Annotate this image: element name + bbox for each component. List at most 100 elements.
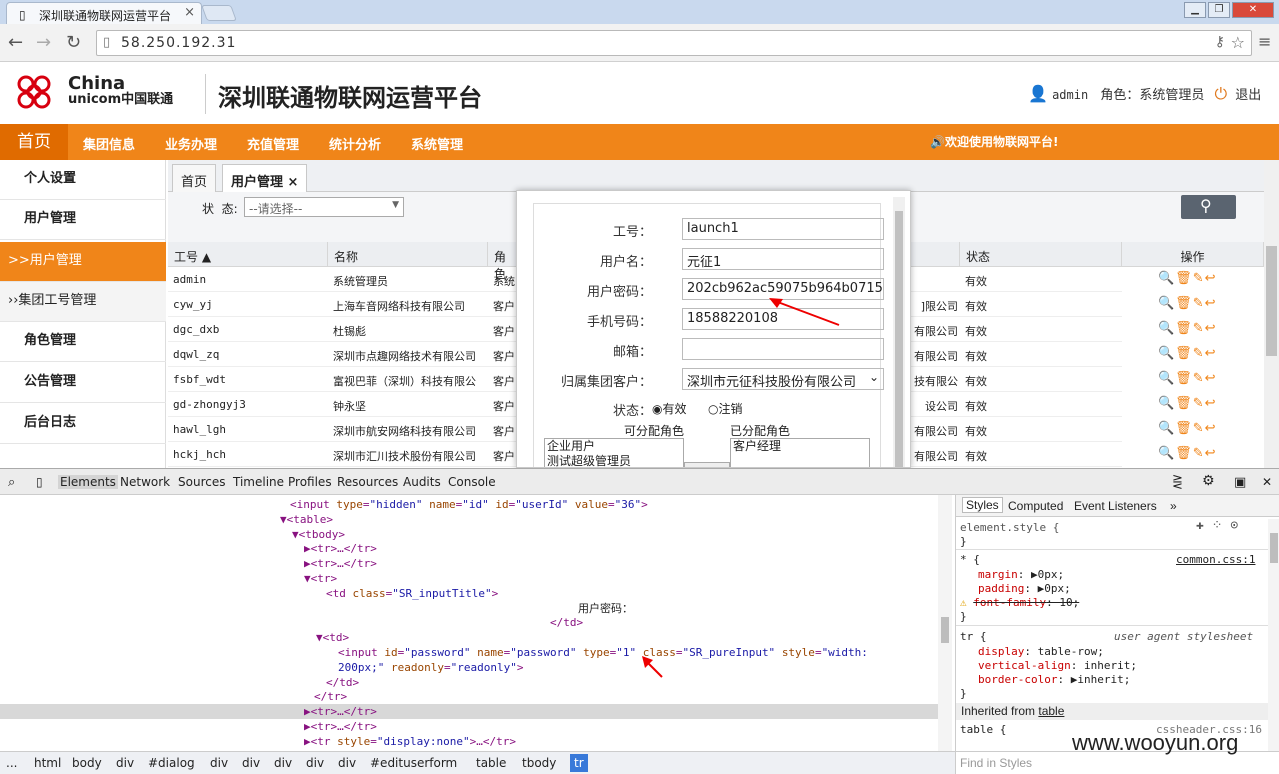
breadcrumb-item[interactable]: body	[72, 756, 102, 770]
breadcrumb-item[interactable]: #edituserform	[370, 756, 457, 770]
row-action-icons[interactable]: 🔍🗑✎↩	[1158, 296, 1216, 311]
email-field[interactable]	[682, 338, 884, 360]
status-filter-select[interactable]: --请选择-- ▼	[244, 197, 404, 217]
sidebar-item-announcement[interactable]: 公告管理	[0, 363, 166, 403]
address-bar[interactable]: ▯ 58.250.192.31 ⚷ ☆	[96, 30, 1252, 56]
tab-event-listeners[interactable]: Event Listeners	[1074, 499, 1157, 513]
list-item[interactable]: 客户经理	[733, 439, 867, 454]
key-icon[interactable]: ⚷	[1215, 34, 1225, 50]
dom-node-line[interactable]: ▶<tr>…</tr>	[304, 704, 377, 719]
dom-node-line[interactable]: <td class="SR_inputTitle">	[326, 586, 498, 601]
breadcrumb-item[interactable]: tr	[570, 754, 588, 772]
breadcrumb-item[interactable]: #dialog	[148, 756, 195, 770]
device-icon[interactable]: ▯	[36, 475, 43, 489]
dom-node-line[interactable]: <input type="hidden" name="id" id="userI…	[290, 497, 648, 512]
dom-node-line[interactable]: ▼<tr>	[304, 571, 337, 586]
user-id-field[interactable]: launch1	[682, 218, 884, 240]
dom-node-line[interactable]: 用户密码：	[578, 601, 633, 616]
tab-close-icon[interactable]: ×	[288, 175, 299, 190]
breadcrumb-item[interactable]: div	[306, 756, 324, 770]
tab-styles[interactable]: Styles	[962, 497, 1003, 513]
list-item[interactable]: 企业用户	[547, 439, 681, 454]
row-action-icons[interactable]: 🔍🗑✎↩	[1158, 446, 1216, 461]
row-action-icons[interactable]: 🔍🗑✎↩	[1158, 421, 1216, 436]
inspect-icon[interactable]: ⌕	[8, 475, 15, 490]
dom-node-line[interactable]: </td>	[326, 675, 359, 690]
nav-home[interactable]: 首页	[0, 124, 68, 160]
breadcrumb-item[interactable]: table	[476, 756, 506, 770]
devtools-tab-elements[interactable]: Elements	[58, 475, 118, 489]
dom-node-line[interactable]: ▶<tr>…</tr>	[304, 719, 377, 734]
devtools-tab-console[interactable]: Console	[448, 475, 496, 489]
tab-computed[interactable]: Computed	[1008, 499, 1063, 513]
nav-item-system[interactable]: 系统管理	[411, 134, 463, 153]
sidebar-item-backend-log[interactable]: 后台日志	[0, 404, 166, 444]
username-field[interactable]: 元征1	[682, 248, 884, 270]
col-header-name[interactable]: 名称	[328, 242, 488, 267]
tab-home[interactable]: 首页	[172, 164, 217, 192]
close-icon[interactable]: ✕	[1262, 475, 1272, 489]
breadcrumb-item[interactable]: ...	[6, 756, 17, 770]
page-scrollbar[interactable]	[1264, 160, 1279, 468]
new-tab-button[interactable]	[201, 5, 237, 21]
breadcrumb-item[interactable]: tbody	[522, 756, 556, 770]
tab-more[interactable]: »	[1170, 499, 1177, 513]
col-header-id[interactable]: 工号 ▲	[168, 242, 328, 267]
available-roles-list[interactable]: 企业用户 测试超级管理员	[544, 438, 684, 467]
back-icon[interactable]: ←	[8, 32, 23, 53]
devtools-tab-network[interactable]: Network	[120, 475, 170, 489]
sidebar-item-group-id-management[interactable]: ››集团工号管理	[0, 282, 166, 322]
status-cancel-radio[interactable]: ○注销	[708, 400, 743, 417]
dom-node-line[interactable]: </tr>	[314, 689, 347, 704]
dom-node-line[interactable]: ▼<tbody>	[292, 527, 345, 542]
rule-source-link[interactable]: common.css:1	[1176, 553, 1255, 567]
devtools-tab-sources[interactable]: Sources	[178, 475, 225, 489]
row-action-icons[interactable]: 🔍🗑✎↩	[1158, 346, 1216, 361]
close-window-button[interactable]: ✕	[1232, 2, 1274, 18]
sidebar-item-role-management[interactable]: 角色管理	[0, 322, 166, 362]
breadcrumb-item[interactable]: div	[274, 756, 292, 770]
dom-node-line[interactable]: ▶<tr style="display:none">…</tr>	[304, 734, 516, 749]
dom-node-line[interactable]: 200px;" readonly="readonly">	[338, 660, 523, 675]
dom-node-line[interactable]: ▼<table>	[280, 512, 333, 527]
assigned-roles-list[interactable]: 客户经理	[730, 438, 870, 467]
bookmark-star-icon[interactable]: ☆	[1231, 33, 1245, 52]
breadcrumb-item[interactable]: div	[116, 756, 134, 770]
devtools-tab-resources[interactable]: Resources	[337, 475, 398, 489]
inherited-link[interactable]: table	[1038, 704, 1064, 718]
row-action-icons[interactable]: 🔍🗑✎↩	[1158, 371, 1216, 386]
dom-node-line[interactable]: </td>	[550, 615, 583, 630]
row-action-icons[interactable]: 🔍🗑✎↩	[1158, 321, 1216, 336]
col-header-role[interactable]: 角色	[488, 242, 518, 281]
logout-link[interactable]: 退出	[1235, 88, 1261, 103]
gear-icon[interactable]: ⚙	[1202, 473, 1215, 489]
minimize-button[interactable]: ▁	[1184, 2, 1206, 18]
reload-icon[interactable]: ↻	[66, 32, 81, 53]
group-customer-field[interactable]: 深圳市元征科技股份有限公司 ⌄	[682, 368, 884, 390]
logout-icon[interactable]: ⏻	[1214, 84, 1227, 103]
tab-close-icon[interactable]: ×	[184, 5, 195, 20]
scrollbar-thumb[interactable]	[895, 211, 903, 467]
nav-item-group-info[interactable]: 集团信息	[83, 134, 135, 153]
tab-user-management[interactable]: 用户管理 ×	[222, 164, 308, 192]
add-rule-icon[interactable]: ✚ ⁘ ⊙	[1196, 519, 1238, 533]
col-header-status[interactable]: 状态	[960, 242, 1122, 267]
breadcrumb-item[interactable]: div	[242, 756, 260, 770]
sidebar-item-personal-settings[interactable]: 个人设置	[0, 160, 166, 200]
list-item[interactable]: 测试超级管理员	[547, 454, 681, 467]
status-valid-radio[interactable]: ◉有效	[652, 400, 687, 417]
search-button[interactable]: ⚲	[1181, 195, 1236, 219]
sidebar-item-user-management[interactable]: 用户管理	[0, 200, 166, 240]
row-action-icons[interactable]: 🔍🗑✎↩	[1158, 396, 1216, 411]
breadcrumb-item[interactable]: html	[34, 756, 61, 770]
scrollbar-thumb[interactable]	[1270, 533, 1278, 563]
scrollbar-thumb[interactable]	[941, 617, 949, 643]
dom-scrollbar[interactable]	[938, 495, 952, 751]
styles-scrollbar[interactable]	[1268, 519, 1279, 751]
devtools-tab-audits[interactable]: Audits	[403, 475, 441, 489]
forward-icon[interactable]: →	[36, 32, 51, 53]
nav-item-business[interactable]: 业务办理	[165, 134, 217, 153]
browser-tab[interactable]: ▯ 深圳联通物联网运营平台 ×	[6, 2, 202, 24]
devtools-tab-timeline[interactable]: Timeline	[233, 475, 284, 489]
dom-node-line[interactable]: ▶<tr>…</tr>	[304, 556, 377, 571]
